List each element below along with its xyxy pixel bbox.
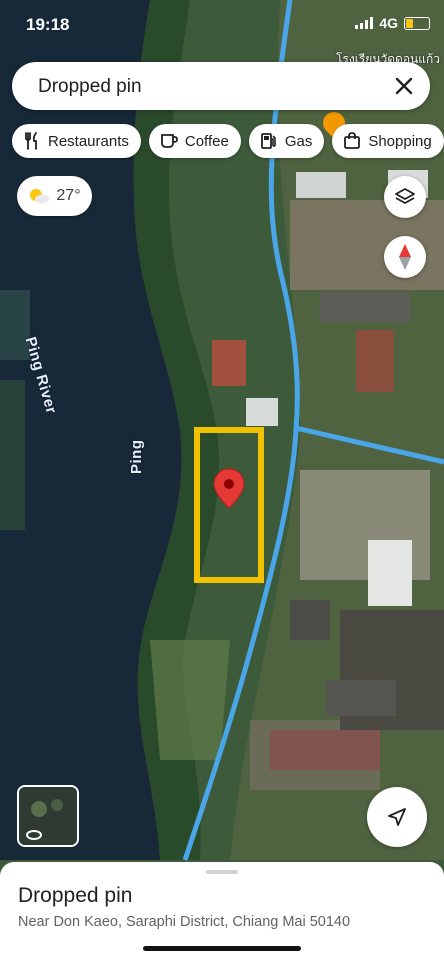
compass-icon xyxy=(399,244,411,270)
fork-knife-icon xyxy=(25,132,37,150)
layers-icon xyxy=(395,188,415,204)
street-view-thumbnail[interactable] xyxy=(17,785,79,847)
coffee-icon xyxy=(160,134,178,148)
partly-sunny-icon xyxy=(30,189,50,204)
sheet-drag-handle[interactable] xyxy=(206,870,238,874)
battery-icon xyxy=(404,16,430,30)
navigation-arrow-icon xyxy=(388,808,406,826)
river-label-ping: Ping xyxy=(128,439,145,475)
compass-button[interactable] xyxy=(384,236,426,278)
gas-pump-icon xyxy=(260,133,276,149)
weather-badge[interactable]: 27° xyxy=(17,176,92,216)
my-location-button[interactable] xyxy=(367,787,427,847)
status-bar: 19:18 4G xyxy=(0,0,444,50)
chip-coffee[interactable]: Coffee xyxy=(148,124,241,158)
chip-shopping[interactable]: Shopping xyxy=(332,124,444,158)
network-type: 4G xyxy=(379,15,398,31)
temperature: 27° xyxy=(56,187,81,204)
street-view-icon xyxy=(19,787,77,845)
chip-restaurants[interactable]: Restaurants xyxy=(12,124,141,158)
chip-gas[interactable]: Gas xyxy=(248,124,325,158)
shopping-bag-icon xyxy=(344,132,361,149)
search-bar[interactable]: Dropped pin xyxy=(12,62,430,110)
place-address: Near Don Kaeo, Saraphi District, Chiang … xyxy=(18,914,351,930)
layers-button[interactable] xyxy=(384,176,426,218)
chip-label: Restaurants xyxy=(48,132,129,150)
category-chips: Restaurants Coffee Gas Shopping xyxy=(12,124,444,158)
close-icon[interactable] xyxy=(390,72,418,100)
place-title: Dropped pin xyxy=(18,884,133,907)
chip-label: Coffee xyxy=(184,132,229,150)
home-indicator[interactable] xyxy=(143,946,301,951)
search-text[interactable]: Dropped pin xyxy=(38,76,142,98)
signal-icon xyxy=(355,17,374,29)
chip-label: Shopping xyxy=(368,132,432,150)
status-time: 19:18 xyxy=(26,15,70,34)
chip-label: Gas xyxy=(284,132,313,150)
